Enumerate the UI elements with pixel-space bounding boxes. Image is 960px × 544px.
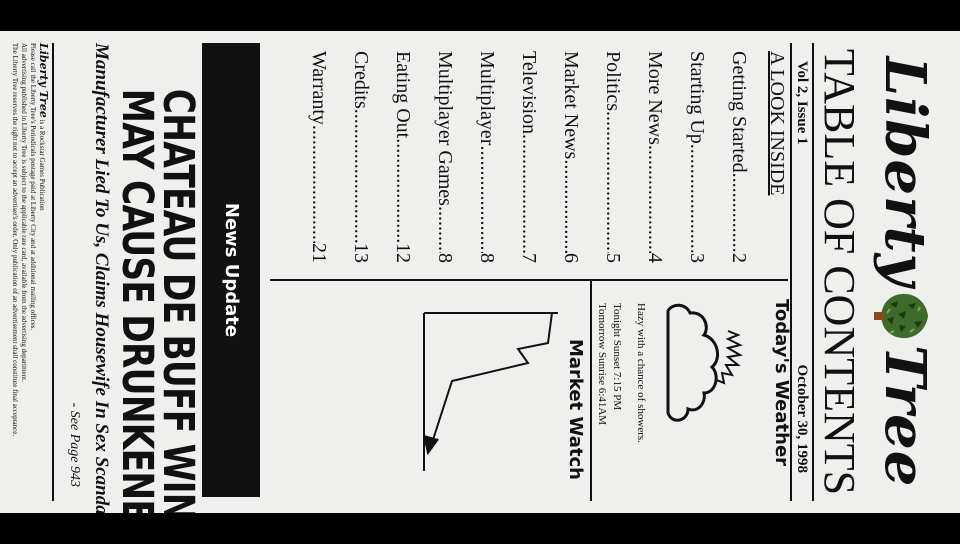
weather-rule [590,281,592,501]
sunset-time: Tonight Sunset 7:15 PM [611,303,623,411]
header-rule [812,43,814,501]
toc-item: More News 4 [628,51,670,263]
toc-item: Multiplayer 8 [460,51,502,263]
letterbox-top [0,0,960,31]
footer-line2: Please call the Liberty Tree's Periodica… [29,43,37,331]
toc-item: Politics 5 [586,51,628,263]
headline-line1: CHATEAU DE BUFF WINE [153,88,203,513]
toc-item-page: 6 [560,253,582,263]
toc-item-page: 4 [644,253,666,263]
toc-item-page: 12 [392,243,414,263]
falling-arrow-chart-icon [423,312,558,471]
toc-item-page: 8 [434,253,456,263]
toc-item-label: Getting Started [728,51,750,173]
issue-number: Vol 2, Issue 1 [794,61,810,145]
subheadline: Manufacturer Lied To Us, Claims Housewif… [91,43,112,513]
toc-leader [670,144,712,253]
toc-item-label: Television [518,51,540,135]
toc-item-page: 8 [476,253,498,263]
toc-leader [712,173,754,253]
headline-line2: MAY CAUSE DRUNKENESS [112,88,162,513]
toc-item-label: More News [644,51,666,145]
toc-item-label: Multiplayer [476,51,498,146]
toc-leader [628,145,670,253]
footer-line1: is a Rockstar Games Publication [38,119,46,211]
headline: CHATEAU DE BUFF WINE MAY CAUSE DRUNKENES… [112,88,203,513]
toc-list: Getting Started 2 Starting Up 3 More News 4… [292,51,754,263]
toc-leader [502,134,544,253]
toc-item-page: 7 [518,253,540,263]
market-heading: Market Watch [565,339,586,480]
rotated-page: Liberty Tree TABLE OF CONTENTS Vol 2, Is… [0,31,960,513]
toc-item: Television 7 [502,51,544,263]
toc-item-label: Market News [560,51,582,160]
footer-line4: The Liberty Tree reserves the right not … [11,43,19,437]
footer: Liberty Tree is a Rockstar Games Publica… [10,43,50,483]
toc-item-label: Credits [350,51,372,109]
masthead-title-right: Tree [872,344,938,488]
footer-brand: Liberty Tree [37,43,50,118]
toc-item-page: 2 [728,253,750,263]
weather-heading: Today's Weather [771,299,792,467]
see-page-reference: - See Page 943 [67,402,82,487]
toc-item-page: 5 [602,253,624,263]
toc-item: Credits 13 [334,51,376,263]
toc-item: Starting Up 3 [670,51,712,263]
toc-item: Multiplayer Games 8 [418,51,460,263]
toc-item-page: 13 [350,243,372,263]
toc-leader [376,138,418,243]
news-update-label: News Update [221,202,242,338]
toc-item-label: Starting Up [686,51,708,144]
toc-item-page: 21 [308,243,330,263]
toc-item-label: Politics [602,51,624,112]
toc-item: Eating Out 12 [376,51,418,263]
toc-item: Warranty 21 [292,51,334,263]
footer-rule [52,43,54,501]
toc-leader [418,206,460,253]
column-divider [270,279,788,281]
toc-item-label: Eating Out [392,51,414,139]
masthead-title-left: Liberty [872,56,938,287]
toc-item-label: Multiplayer Games [434,51,456,206]
newspaper-page: Liberty Tree TABLE OF CONTENTS Vol 2, Is… [0,31,960,513]
toc-item: Getting Started 2 [712,51,754,263]
weather-forecast: Hazy with a chance of showers. [635,303,647,443]
tree-icon [873,293,928,338]
news-update-banner: News Update [202,43,260,497]
toc-leader [334,109,376,243]
toc-heading: A LOOK INSIDE [766,51,788,196]
toc-leader [292,125,334,243]
toc-item: Market News 6 [544,51,586,263]
page-title: TABLE OF CONTENTS [815,48,864,496]
toc-item-label: Warranty [308,51,330,125]
issue-date: October 30, 1998 [794,364,810,473]
letterbox-bottom [0,513,960,544]
toc-leader [460,145,502,253]
toc-item-page: 3 [686,253,708,263]
sun-times: Tonight Sunset 7:15 PM Tomorrow Sunrise … [594,303,624,425]
toc-leader [544,159,586,253]
sunrise-time: Tomorrow Sunrise 6:41AM [596,303,608,426]
partly-cloudy-icon [666,303,743,422]
footer-line3: All advertising published in Liberty Tre… [20,43,28,382]
masthead: Liberty Tree [868,43,942,501]
toc-leader [586,111,628,253]
